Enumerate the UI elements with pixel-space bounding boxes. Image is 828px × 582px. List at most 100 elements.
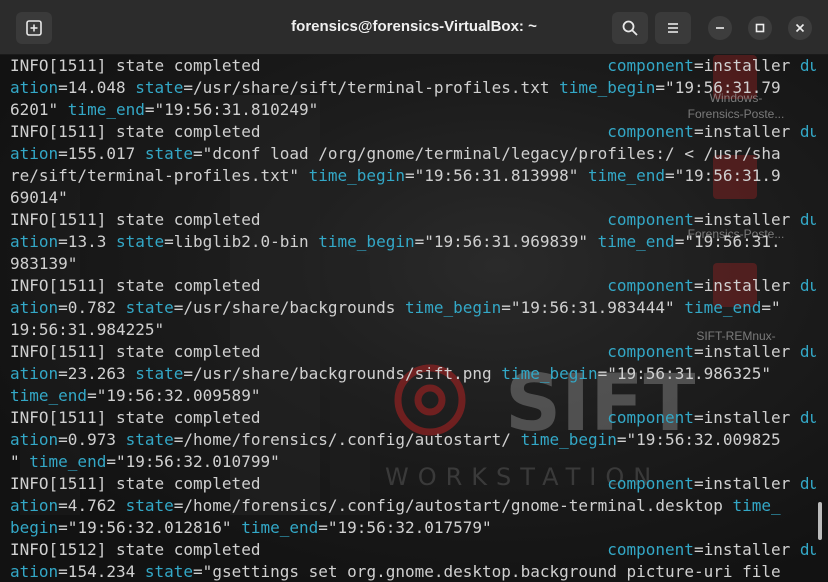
terminal-line: 6201" time_end="19:56:31.810249" <box>10 99 816 121</box>
terminal-output[interactable]: INFO[1511] state completed component=ins… <box>10 55 816 582</box>
close-button[interactable] <box>788 16 812 40</box>
log-text: " <box>10 452 30 471</box>
log-key: ation <box>10 364 59 383</box>
log-text: INFO[1511] state completed <box>10 276 608 295</box>
log-text: 6201" <box>10 100 68 119</box>
search-icon <box>622 20 638 36</box>
log-key: time_end <box>241 518 319 537</box>
log-text: ="19:56:31.986325" <box>597 364 772 383</box>
log-text: ="19:56:32.009589" <box>87 386 261 405</box>
log-text: 69014" <box>10 188 68 207</box>
log-text: INFO[1511] state completed <box>10 210 608 229</box>
log-key: time_end <box>684 298 762 317</box>
terminal-line: INFO[1511] state completed component=ins… <box>10 275 816 297</box>
terminal-line: ation=155.017 state="dconf load /org/gno… <box>10 143 816 165</box>
log-text: =installer <box>693 474 800 493</box>
log-text: =154.234 <box>58 562 145 581</box>
log-text: =4.762 <box>58 496 126 515</box>
terminal-line: INFO[1511] state completed component=ins… <box>10 341 816 363</box>
log-text: =/usr/share/sift/terminal-profiles.txt <box>183 78 560 97</box>
minimize-button[interactable] <box>708 16 732 40</box>
log-key: ation <box>10 232 59 251</box>
log-text: =/home/forensics/.config/autostart/ <box>173 430 521 449</box>
log-text: =155.017 <box>58 144 145 163</box>
log-key: ation <box>10 430 59 449</box>
log-text: =installer <box>693 276 800 295</box>
log-key: state <box>144 144 194 163</box>
minimize-icon <box>716 27 724 29</box>
log-key: ation <box>10 144 59 163</box>
log-key: ation <box>10 298 59 317</box>
terminal-line: INFO[1511] state completed component=ins… <box>10 473 816 495</box>
terminal-line: time_end="19:56:32.009589" <box>10 385 816 407</box>
terminal-line: 69014" <box>10 187 816 209</box>
log-text: =installer <box>693 122 800 141</box>
log-key: state <box>144 562 194 581</box>
log-text: ="19:56:31. <box>674 232 781 251</box>
maximize-button[interactable] <box>748 16 772 40</box>
terminal-line: ation=13.3 state=libglib2.0-bin time_beg… <box>10 231 816 253</box>
log-key: component <box>607 276 694 295</box>
terminal-line: INFO[1511] state completed component=ins… <box>10 55 816 77</box>
log-key: time_begin <box>404 298 502 317</box>
log-text: ="19:56:31.969839" <box>414 232 598 251</box>
log-text: ="19:56:31.983444" <box>501 298 685 317</box>
terminal-line: " time_end="19:56:32.010799" <box>10 451 816 473</box>
log-key: component <box>607 540 694 559</box>
log-key: component <box>607 56 694 75</box>
log-text: INFO[1512] state completed <box>10 540 608 559</box>
log-key: dur <box>799 276 816 295</box>
log-key: ation <box>10 562 59 581</box>
terminal-line: INFO[1511] state completed component=ins… <box>10 121 816 143</box>
log-text: ="19:56:31.9 <box>665 166 781 185</box>
log-key: state <box>135 364 184 383</box>
log-key: dur <box>799 408 816 427</box>
log-key: component <box>607 474 694 493</box>
log-key: begin <box>10 518 59 537</box>
log-text: =installer <box>693 540 800 559</box>
log-text: INFO[1511] state completed <box>10 122 608 141</box>
log-key: dur <box>799 540 816 559</box>
window-title: forensics@forensics-VirtualBox: ~ <box>291 18 537 35</box>
terminal-scrollbar[interactable] <box>818 502 822 540</box>
terminal-line: INFO[1511] state completed component=ins… <box>10 209 816 231</box>
log-text: ="19:56:32.010799" <box>106 452 280 471</box>
log-text: =installer <box>693 408 800 427</box>
log-key: component <box>607 342 694 361</box>
log-text: =libglib2.0-bin <box>164 232 319 251</box>
terminal-line: ation=14.048 state=/usr/share/sift/termi… <box>10 77 816 99</box>
log-key: time_ <box>732 496 781 515</box>
log-key: time_end <box>67 100 145 119</box>
log-text: =/home/forensics/.config/autostart/gnome… <box>173 496 733 515</box>
log-key: ation <box>10 496 59 515</box>
terminal-line: re/sift/terminal-profiles.txt" time_begi… <box>10 165 816 187</box>
log-text: INFO[1511] state completed <box>10 474 608 493</box>
search-button[interactable] <box>612 12 648 44</box>
log-key: component <box>607 122 694 141</box>
log-text: re/sift/terminal-profiles.txt" <box>10 166 309 185</box>
log-text: =installer <box>693 342 800 361</box>
log-text: =14.048 <box>58 78 136 97</box>
log-key: component <box>607 210 694 229</box>
menu-button[interactable] <box>655 12 691 44</box>
log-text: INFO[1511] state completed <box>10 342 608 361</box>
log-key: ation <box>10 78 59 97</box>
log-key: time_end <box>10 386 88 405</box>
log-key: state <box>115 232 165 251</box>
hamburger-menu-icon <box>668 23 678 33</box>
log-text: =23.263 <box>58 364 136 383</box>
log-text: ="19:56:31.810249" <box>144 100 319 119</box>
log-text: ="19:56:32.017579" <box>318 518 492 537</box>
log-key: dur <box>799 210 816 229</box>
log-text: ="dconf load /org/gnome/terminal/legacy/… <box>193 144 781 163</box>
terminal-line: ation=0.973 state=/home/forensics/.confi… <box>10 429 816 451</box>
log-key: time_begin <box>559 78 656 97</box>
close-icon <box>795 23 805 33</box>
terminal-line: ation=23.263 state=/usr/share/background… <box>10 363 816 385</box>
terminal-line: ation=0.782 state=/usr/share/backgrounds… <box>10 297 816 319</box>
log-key: dur <box>799 342 816 361</box>
log-text: ="gsettings set org.gnome.desktop.backgr… <box>193 562 781 581</box>
log-text: ="19:56:32.012816" <box>58 518 242 537</box>
log-text: =installer <box>693 210 800 229</box>
terminal-titlebar[interactable]: forensics@forensics-VirtualBox: ~ <box>0 0 828 55</box>
